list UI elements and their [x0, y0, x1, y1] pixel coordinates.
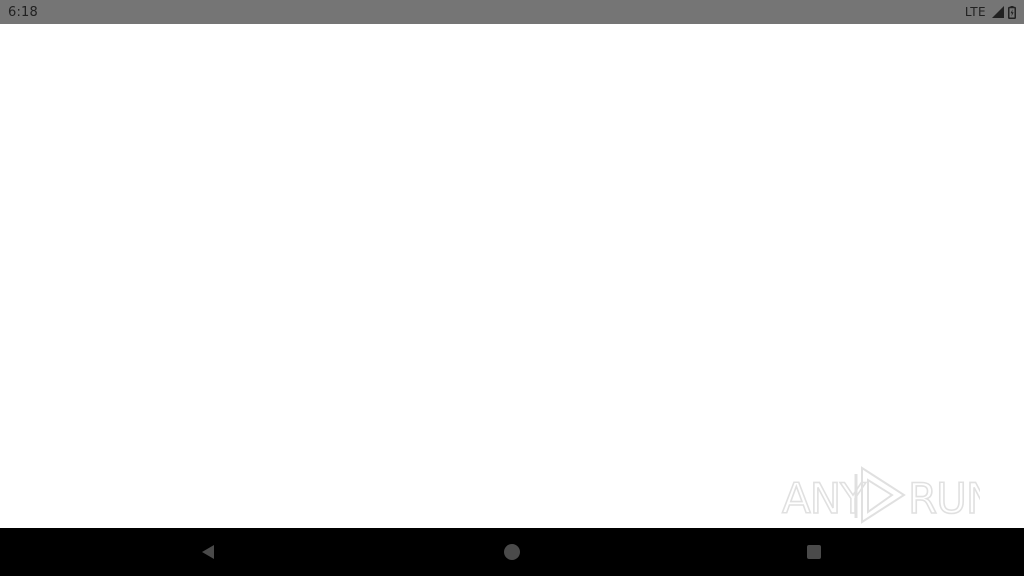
watermark-text-run: RUN [908, 474, 980, 523]
network-type-label: LTE [964, 5, 986, 19]
recents-icon [807, 545, 821, 559]
anyrun-logo: ANY RUN [781, 466, 998, 524]
android-screen: 6:18 LTE ANY RUN [0, 0, 1024, 576]
recents-button[interactable] [798, 536, 830, 568]
navigation-bar [0, 528, 1024, 576]
app-content-blank [0, 24, 1024, 528]
signal-icon [992, 6, 1004, 18]
watermark-text-any: ANY [782, 474, 866, 523]
home-button[interactable] [496, 536, 528, 568]
status-indicators: LTE [965, 5, 1016, 19]
status-bar: 6:18 LTE [0, 0, 1024, 24]
home-icon [504, 544, 520, 560]
back-button[interactable] [192, 536, 224, 568]
back-icon [202, 545, 214, 559]
battery-icon [1008, 5, 1016, 19]
status-time: 6:18 [8, 4, 38, 20]
anyrun-watermark: ANY RUN [780, 462, 998, 528]
